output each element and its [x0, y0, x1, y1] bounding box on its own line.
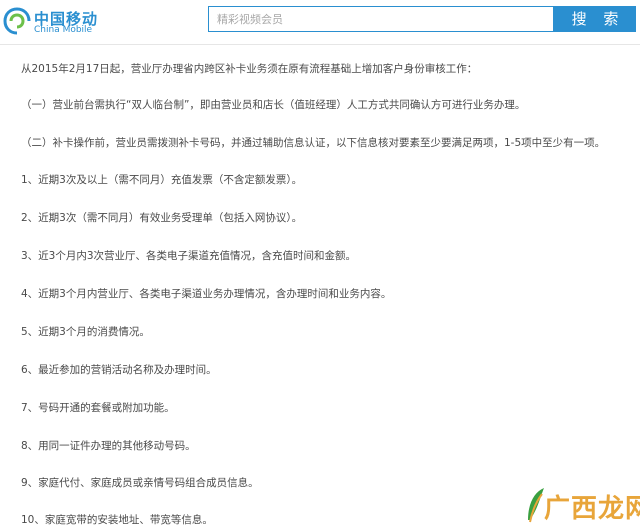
- list-item: 2、近期3次（需不同月）有效业务受理单（包括入网协议）。: [21, 212, 303, 224]
- list-item: 3、近3个月内3次营业厅、各类电子渠道充值情况，含充值时间和金额。: [21, 250, 357, 262]
- header-divider: [0, 44, 640, 45]
- watermark-text: 广西龙网: [544, 494, 640, 524]
- list-item: 6、最近参加的营销活动名称及办理时间。: [21, 364, 217, 376]
- list-item: 7、号码开通的套餐或附加功能。: [21, 402, 175, 414]
- site-header: 中国移动 China Mobile 搜 索: [0, 0, 640, 40]
- rule-two-paragraph: （二）补卡操作前，营业员需拨测补卡号码，并通过辅助信息认证，以下信息核对要素至少…: [21, 137, 606, 149]
- list-item: 4、近期3个月内营业厅、各类电子渠道业务办理情况，含办理时间和业务内容。: [21, 288, 392, 300]
- china-mobile-logo[interactable]: 中国移动 China Mobile: [2, 3, 122, 37]
- china-mobile-logo-icon: [3, 7, 31, 35]
- watermark: 广西龙网: [522, 482, 640, 530]
- list-item: 9、家庭代付、家庭成员或亲情号码组合成员信息。: [21, 477, 259, 489]
- list-item: 10、家庭宽带的安装地址、带宽等信息。: [21, 514, 213, 526]
- list-item: 1、近期3次及以上（需不同月）充值发票（不含定额发票）。: [21, 174, 303, 186]
- search-button[interactable]: 搜 索: [554, 6, 636, 32]
- search-box: [208, 6, 554, 32]
- intro-paragraph: 从2015年2月17日起，营业厅办理省内跨区补卡业务须在原有流程基础上增加客户身…: [21, 63, 478, 75]
- logo-text-english: China Mobile: [34, 25, 93, 35]
- search-input[interactable]: [217, 7, 537, 31]
- list-item: 5、近期3个月的消费情况。: [21, 326, 150, 338]
- rule-one-paragraph: （一）营业前台需执行“双人临台制”，即由营业员和店长（值班经理）人工方式共同确认…: [21, 99, 526, 111]
- watermark-leaf-icon: [528, 488, 544, 523]
- list-item: 8、用同一证件办理的其他移动号码。: [21, 440, 196, 452]
